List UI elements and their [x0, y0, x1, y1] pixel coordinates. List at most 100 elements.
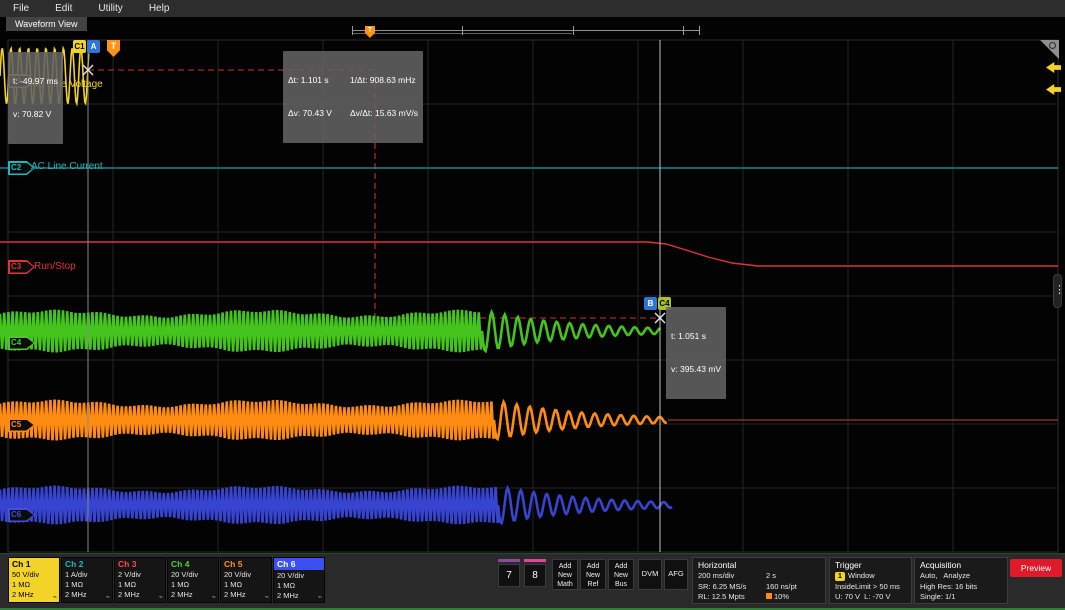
more-handle-icon: ⋮ — [1054, 284, 1065, 296]
cursor-b-time: t: 1.051 s — [671, 331, 721, 342]
menu-edit[interactable]: Edit — [42, 0, 85, 17]
record-length: RL: 12.5 Mpts — [698, 592, 766, 603]
minimap-tick — [462, 26, 463, 35]
channel-3-position-flag[interactable]: C3 — [8, 260, 35, 274]
button-label-line: Ref — [581, 580, 605, 589]
minimap-tick — [352, 26, 353, 35]
channel-bandwidth: 2 MHz — [221, 590, 271, 600]
menu-file[interactable]: File — [0, 0, 42, 17]
horizontal-row-1: 200 ms/div2 s — [698, 571, 820, 582]
channel-badge-ch5[interactable]: Ch 5 20 V/div 1 MΩ 2 MHz ⌁ — [220, 557, 272, 603]
afg-button[interactable]: AFG — [664, 559, 688, 590]
button-label-line: New — [581, 571, 605, 580]
acquisition-resolution: High Res: 16 bits — [920, 582, 1002, 593]
panel-title: Trigger — [835, 560, 906, 570]
ch3-label: Run/Stop — [34, 261, 76, 272]
panel-title: Acquisition — [920, 560, 1002, 570]
channel-impedance: 1 MΩ — [274, 581, 324, 591]
add-new-math-button[interactable]: Add New Math — [552, 559, 578, 590]
bandwidth-limit-icon: ⌁ — [265, 593, 269, 601]
bandwidth-limit-icon: ⌁ — [212, 593, 216, 601]
cursor-a-readout: t: -49.97 ms v: 70.82 V — [8, 52, 63, 144]
horizontal-row-3: RL: 12.5 Mpts10% — [698, 592, 820, 603]
waveform-view[interactable] — [0, 17, 1065, 553]
panel-title: Horizontal — [698, 560, 820, 570]
cursor-a-value: v: 70.82 V — [13, 109, 58, 120]
digital-channel-7-button[interactable]: 7 — [498, 559, 520, 587]
minimap-tick — [683, 26, 684, 35]
flag-label: C6 — [11, 508, 21, 522]
button-label-line: Add — [581, 562, 605, 571]
cursor-b-value: v: 395.43 mV — [671, 364, 721, 375]
channel-bandwidth: 2 MHz — [274, 591, 324, 601]
right-panel-grab-handle[interactable]: ⋮ — [1053, 274, 1062, 308]
ch2-label: AC Line Current — [31, 161, 103, 172]
digital-8-label: 8 — [524, 564, 546, 587]
digital-channel-8-button[interactable]: 8 — [524, 559, 546, 587]
channel-scale: 2 V/div — [115, 570, 165, 580]
menu-utility[interactable]: Utility — [85, 0, 135, 17]
channel-name: Ch 2 — [62, 558, 112, 570]
menu-help[interactable]: Help — [136, 0, 183, 17]
channel-bandwidth: 2 MHz — [9, 590, 59, 600]
channel-scale: 20 V/div — [168, 570, 218, 580]
minimap-tick — [573, 26, 574, 35]
preview-button[interactable]: Preview — [1010, 559, 1062, 577]
channel-name: Ch 3 — [115, 558, 165, 570]
delta-col-2: 1/Δt: 908.63 mHz Δv/Δt: 15.63 mV/s — [350, 53, 418, 141]
settings-bar: Ch 1 50 V/div 1 MΩ 2 MHz ⌁ Ch 2 1 A/div … — [0, 553, 1065, 610]
flag-label: C5 — [11, 418, 21, 432]
minimap-trigger-marker-icon[interactable]: T — [365, 26, 375, 38]
slope-dv-dt: Δv/Δt: 15.63 mV/s — [350, 108, 418, 119]
flag-label: C3 — [11, 260, 21, 274]
bandwidth-limit-icon: ⌁ — [159, 593, 163, 601]
button-label-line: Bus — [609, 580, 633, 589]
horizontal-row-2: SR: 6.25 MS/s160 ns/pt — [698, 582, 820, 593]
oscilloscope-app: File Edit Utility Help Waveform View T C… — [0, 0, 1065, 610]
channel-impedance: 1 MΩ — [115, 580, 165, 590]
trigger-settings-panel[interactable]: Trigger 1Window InsideLimit > 50 ms U: 7… — [829, 557, 912, 604]
channel-scale: 20 V/div — [274, 571, 324, 581]
channel-badge-ch2[interactable]: Ch 2 1 A/div 1 MΩ 2 MHz ⌁ — [61, 557, 113, 603]
acquisition-sequence: Single: 1/1 — [920, 592, 1002, 603]
delta-col-1: Δt: 1.101 s Δv: 70.43 V — [288, 53, 332, 141]
channel-bandwidth: 2 MHz — [62, 590, 112, 600]
channel-5-position-flag[interactable]: C5 — [8, 418, 35, 432]
menu-bar: File Edit Utility Help — [0, 0, 1065, 17]
flag-label: C2 — [11, 161, 21, 175]
channel-impedance: 1 MΩ — [221, 580, 271, 590]
cursor-a-source-badge[interactable]: C1 — [73, 40, 86, 53]
minimap-tick — [699, 26, 700, 35]
sample-rate: SR: 6.25 MS/s — [698, 582, 766, 593]
channel-6-position-flag[interactable]: C6 — [8, 508, 35, 522]
magnifier-icon — [1049, 42, 1056, 49]
channel-4-position-flag[interactable]: C4 — [8, 336, 35, 350]
cursor-a-badge[interactable]: A — [87, 40, 100, 53]
channel-badge-ch6[interactable]: Ch 6 20 V/div 1 MΩ 2 MHz ⌁ — [273, 557, 325, 603]
trigger-source-badge: 1 — [835, 572, 845, 581]
dvm-button[interactable]: DVM — [638, 559, 662, 590]
button-label-line: New — [553, 571, 577, 580]
cursor-b-badge[interactable]: B — [644, 297, 657, 310]
trigger-row-1: 1Window — [835, 571, 906, 582]
horizontal-position-bar[interactable]: T — [352, 26, 700, 39]
digital-7-label: 7 — [498, 564, 520, 587]
channel-bandwidth: 2 MHz — [115, 590, 165, 600]
channel-badge-ch4[interactable]: Ch 4 20 V/div 1 MΩ 2 MHz ⌁ — [167, 557, 219, 603]
channel-badge-ch1[interactable]: Ch 1 50 V/div 1 MΩ 2 MHz ⌁ — [8, 557, 60, 603]
channel-scale: 1 A/div — [62, 570, 112, 580]
delta-t: Δt: 1.101 s — [288, 75, 332, 86]
horizontal-span: 2 s — [766, 571, 776, 580]
flag-label: C4 — [11, 336, 21, 350]
add-new-ref-button[interactable]: Add New Ref — [580, 559, 606, 590]
channel-impedance: 1 MΩ — [168, 580, 218, 590]
acquisition-settings-panel[interactable]: Acquisition Auto, Analyze High Res: 16 b… — [914, 557, 1008, 604]
tab-waveform-view[interactable]: Waveform View — [6, 17, 87, 31]
inverse-delta-t: 1/Δt: 908.63 mHz — [350, 75, 418, 86]
horizontal-settings-panel[interactable]: Horizontal 200 ms/div2 s SR: 6.25 MS/s16… — [692, 557, 826, 604]
channel-name: Ch 1 — [9, 558, 59, 570]
channel-badge-ch3[interactable]: Ch 3 2 V/div 1 MΩ 2 MHz ⌁ — [114, 557, 166, 603]
button-label-line: Math — [553, 580, 577, 589]
cursor-a-time: t: -49.97 ms — [13, 76, 58, 87]
add-new-bus-button[interactable]: Add New Bus — [608, 559, 634, 590]
